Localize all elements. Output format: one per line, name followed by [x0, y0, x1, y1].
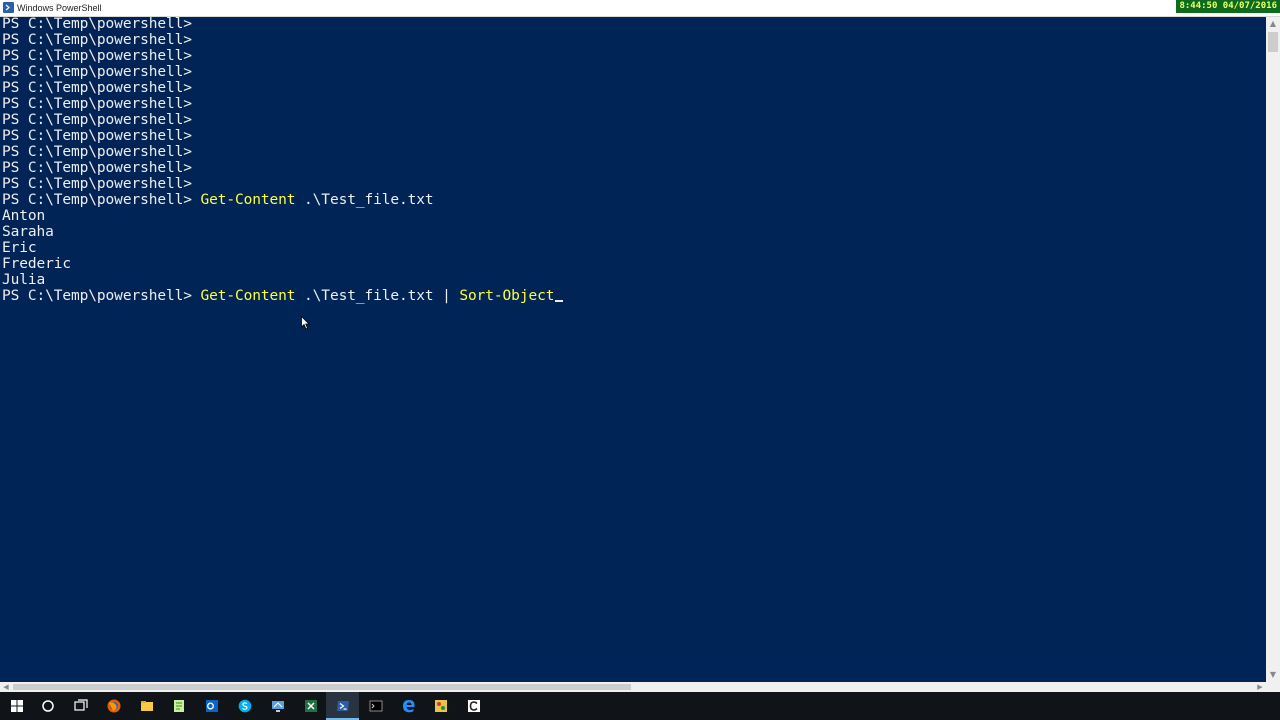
outlook-icon [205, 700, 218, 712]
windows-start-icon [10, 700, 23, 712]
console-prompt-line: PS C:\Temp\powershell> [2, 64, 192, 80]
command-prompt-icon [369, 700, 382, 712]
console-output-line: Saraha [2, 224, 54, 240]
console-prompt: PS C:\Temp\powershell> [2, 48, 192, 64]
console-prompt: PS C:\Temp\powershell> [2, 128, 192, 144]
console-cmdlet: Get-Content [200, 192, 296, 208]
console-prompt-line: PS C:\Temp\powershell> [2, 80, 192, 96]
ccleaner-icon [467, 700, 480, 712]
console-output-text: Julia [2, 272, 46, 288]
console-prompt-line: PS C:\Temp\powershell> [2, 128, 192, 144]
powershell-title-icon [3, 2, 14, 13]
file-explorer-icon [140, 701, 153, 711]
console-prompt: PS C:\Temp\powershell> [2, 64, 192, 80]
horizontal-scroll-thumb[interactable] [13, 684, 631, 690]
taskbar-remote-desktop[interactable] [261, 692, 294, 720]
console-prompt-line: PS C:\Temp\powershell> [2, 144, 192, 160]
console-prompt: PS C:\Temp\powershell> [2, 176, 192, 192]
taskbar-paint[interactable] [424, 692, 457, 720]
taskbar-notepadplusplus[interactable] [162, 692, 195, 720]
task-view-icon [73, 699, 88, 711]
console-prompt-line: PS C:\Temp\powershell> [2, 112, 192, 128]
console-prompt-line: PS C:\Temp\powershell> [2, 96, 192, 112]
console-output-text: Frederic [2, 256, 72, 272]
console-output-text: Anton [2, 208, 46, 224]
powershell-window: Windows PowerShell 8:44:50 04/07/2016 PS… [0, 0, 1280, 692]
taskbar-file-explorer[interactable] [130, 692, 163, 720]
console-output-text: Saraha [2, 224, 54, 240]
skype-icon [238, 699, 251, 713]
console-prompt: PS C:\Temp\powershell> [2, 144, 192, 160]
vertical-scrollbar[interactable]: ▲ ▼ [1266, 17, 1280, 682]
console-cmdlet: Sort-Object [459, 288, 555, 304]
taskbar-start-button[interactable] [0, 692, 33, 720]
console-output-line: Frederic [2, 256, 71, 272]
console-prompt-line: PS C:\Temp\powershell> [2, 16, 192, 32]
clock-overlay: 8:44:50 04/07/2016 [1176, 0, 1280, 13]
console-prompt-line: PS C:\Temp\powershell> [2, 32, 192, 48]
console-output-line: Julia [2, 272, 45, 288]
scroll-down-arrow-icon[interactable]: ▼ [1266, 668, 1280, 682]
console-prompt: PS C:\Temp\powershell> [2, 16, 192, 32]
paint-icon [434, 700, 447, 712]
taskbar-powershell[interactable] [326, 692, 359, 720]
console-cmdlet: Get-Content [200, 288, 296, 304]
taskbar-task-view-button[interactable] [64, 692, 97, 720]
scrollbar-corner [1266, 682, 1280, 692]
edge-icon [402, 700, 414, 713]
console-prompt: PS C:\Temp\powershell> [2, 96, 192, 112]
console-argument: .\Test_file.txt [295, 288, 443, 304]
scroll-up-arrow-icon[interactable]: ▲ [1266, 17, 1280, 31]
scroll-right-arrow-icon[interactable]: ▶ [1254, 682, 1266, 692]
console-prompt-line: PS C:\Temp\powershell> [2, 176, 192, 192]
title-bar[interactable]: Windows PowerShell 8:44:50 04/07/2016 [0, 0, 1280, 17]
powershell-icon [336, 701, 349, 711]
console-pipe-operator: | [442, 288, 460, 304]
notepadplusplus-icon [173, 700, 184, 712]
firefox-icon [107, 699, 120, 713]
mouse-pointer-icon [301, 316, 310, 330]
taskbar-ccleaner[interactable] [457, 692, 490, 720]
console-argument: .\Test_file.txt [295, 192, 434, 208]
taskbar [0, 692, 1280, 720]
horizontal-scrollbar[interactable]: ◀ ▶ [0, 682, 1266, 692]
console-output[interactable]: PS C:\Temp\powershell> PS C:\Temp\powersh… [0, 16, 1266, 682]
remote-desktop-icon [271, 701, 284, 712]
console-current-command-line: PS C:\Temp\powershell> Get-Content .\Tes… [2, 288, 564, 304]
cortana-search-icon [41, 700, 54, 712]
text-cursor [555, 300, 564, 302]
taskbar-command-prompt[interactable] [359, 692, 392, 720]
console-prompt: PS C:\Temp\powershell> [2, 288, 201, 304]
taskbar-firefox[interactable] [97, 692, 130, 720]
excel-icon [304, 700, 317, 712]
taskbar-skype[interactable] [228, 692, 261, 720]
console-prompt: PS C:\Temp\powershell> [2, 112, 192, 128]
console-output-text: Eric [2, 240, 37, 256]
taskbar-excel[interactable] [294, 692, 327, 720]
taskbar-edge[interactable] [392, 692, 425, 720]
window-title: Windows PowerShell [17, 3, 102, 13]
console-prompt: PS C:\Temp\powershell> [2, 80, 192, 96]
console-prompt: PS C:\Temp\powershell> [2, 160, 192, 176]
taskbar-outlook[interactable] [195, 692, 228, 720]
vertical-scroll-thumb[interactable] [1268, 32, 1278, 52]
console-prompt: PS C:\Temp\powershell> [2, 32, 192, 48]
console-prompt: PS C:\Temp\powershell> [2, 192, 201, 208]
console-prompt-line: PS C:\Temp\powershell> [2, 48, 192, 64]
console-output-line: Eric [2, 240, 37, 256]
console-command-line: PS C:\Temp\powershell> Get-Content .\Tes… [2, 192, 434, 208]
console-output-line: Anton [2, 208, 45, 224]
console-prompt-line: PS C:\Temp\powershell> [2, 160, 192, 176]
scroll-left-arrow-icon[interactable]: ◀ [0, 682, 12, 692]
taskbar-search-button[interactable] [31, 692, 64, 720]
